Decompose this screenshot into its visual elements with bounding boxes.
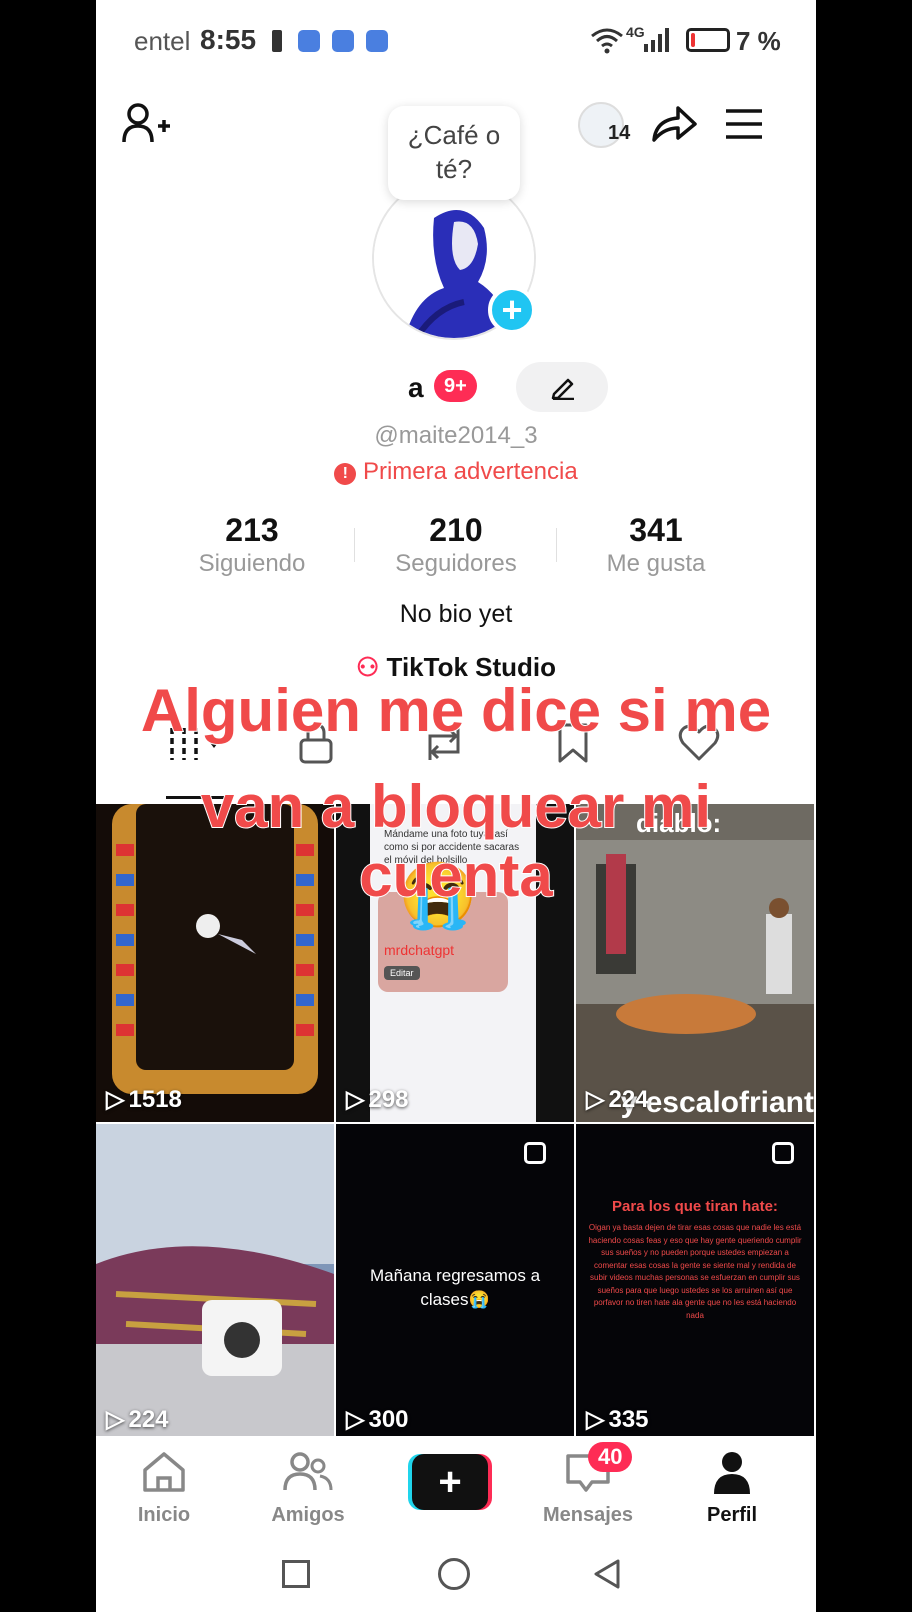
nav-messages[interactable]: Mensajes 40 — [528, 1442, 648, 1527]
messages-badge: 40 — [588, 1442, 633, 1472]
carrier-name: entel — [134, 26, 191, 56]
warning-link[interactable]: ! Primera advertencia — [96, 458, 816, 486]
followers-count[interactable]: 210 — [356, 512, 556, 549]
recent-apps-icon[interactable] — [282, 1560, 310, 1588]
video-caption: Mañana regresamos a clases😭 — [369, 1266, 541, 1309]
visitor-count: 14 — [608, 122, 631, 144]
wifi-icon — [591, 28, 623, 54]
friends-icon — [283, 1452, 333, 1491]
post-body: Oigan ya basta dejen de tirar esas cosas… — [588, 1223, 802, 1320]
create-button[interactable]: + — [408, 1454, 492, 1510]
warning-text: Primera advertencia — [362, 458, 578, 485]
post-title: Para los que tiran hate: — [612, 1198, 778, 1215]
play-icon: ▷ — [586, 1406, 605, 1433]
view-count: ▷ 335 — [586, 1405, 649, 1434]
edit-profile-button[interactable] — [516, 362, 608, 412]
nav-friends-label: Amigos — [271, 1504, 345, 1526]
alert-circle-icon: ! — [334, 463, 357, 485]
phone-screen: entel 8:55 4G 7 % 14 + ¿Café o té? a 9+ … — [96, 0, 816, 1612]
share-icon[interactable] — [650, 104, 698, 144]
view-count: ▷ 300 — [346, 1405, 409, 1434]
add-friend-icon[interactable] — [122, 102, 170, 146]
pencil-icon — [551, 378, 574, 400]
play-icon: ▷ — [106, 1086, 125, 1113]
profile-icon — [714, 1452, 750, 1494]
notification-icon — [298, 30, 320, 52]
overlay-caption-line1: Alguien me dice si me — [140, 676, 772, 745]
play-icon: ▷ — [586, 1086, 605, 1113]
add-story-button[interactable]: + — [488, 286, 536, 334]
menu-icon[interactable] — [724, 108, 764, 140]
likes-label: Me gusta — [606, 550, 706, 577]
play-icon: ▷ — [346, 1086, 365, 1113]
nav-profile[interactable]: Perfil — [672, 1450, 792, 1527]
following-count[interactable]: 213 — [152, 512, 352, 549]
photo-mode-icon — [524, 1142, 546, 1164]
notification-icon — [366, 30, 388, 52]
play-icon: ▷ — [346, 1406, 365, 1433]
plus-icon: + — [412, 1454, 488, 1510]
video-thumbnail[interactable]: Mañana regresamos a clases😭 ▷ 300 — [336, 1124, 574, 1442]
name-badge: 9+ — [434, 370, 477, 402]
stat-divider — [354, 528, 355, 562]
nav-messages-label: Mensajes — [542, 1504, 634, 1526]
nav-friends[interactable]: Amigos — [248, 1450, 368, 1527]
likes-count: 341 — [629, 512, 683, 548]
video-thumbnail[interactable]: ▷ 224 — [96, 1124, 334, 1442]
following-label[interactable]: Siguiendo — [152, 550, 352, 578]
chat-label: mrdchatgpt — [384, 942, 455, 958]
battery-percent: 7 % — [736, 26, 781, 56]
home-icon — [143, 1452, 185, 1492]
thumbnail-image — [96, 1124, 334, 1442]
display-name: a — [408, 372, 424, 403]
bio[interactable]: No bio yet — [96, 600, 816, 629]
nav-home-label: Inicio — [137, 1504, 191, 1526]
view-count: ▷ 224 — [586, 1085, 649, 1114]
note-bubble[interactable]: ¿Café o té? — [388, 106, 520, 200]
overlay-caption-line2: van a bloquear mi cuenta — [200, 772, 712, 910]
notification-icon — [332, 30, 354, 52]
play-icon: ▷ — [106, 1406, 125, 1433]
battery-level — [691, 33, 695, 47]
photo-mode-icon — [772, 1142, 794, 1164]
view-count: ▷ 224 — [106, 1405, 169, 1434]
followers-label[interactable]: Seguidores — [356, 550, 556, 578]
signal-icon — [644, 28, 669, 52]
view-count: ▷ 1518 — [106, 1085, 182, 1114]
status-bar: entel 8:55 4G 7 % — [96, 0, 816, 84]
view-count: ▷ 298 — [346, 1085, 409, 1114]
nav-profile-label: Perfil — [706, 1504, 758, 1526]
bottom-nav: Inicio Amigos + Mensajes 40 Perfil — [96, 1436, 816, 1542]
video-thumbnail[interactable]: Para los que tiran hate: Oigan ya basta … — [576, 1124, 814, 1442]
alert-icon — [272, 30, 282, 52]
clock: 8:55 — [200, 24, 257, 55]
back-icon[interactable] — [592, 1558, 622, 1590]
battery-icon — [686, 28, 730, 52]
home-circle-icon[interactable] — [438, 1558, 470, 1590]
edit-chip: Editar — [384, 966, 420, 980]
username: @maite2014_3 — [374, 422, 538, 449]
system-nav-bar — [96, 1542, 816, 1612]
network-type: 4G — [626, 24, 645, 40]
nav-home[interactable]: Inicio — [104, 1450, 224, 1527]
